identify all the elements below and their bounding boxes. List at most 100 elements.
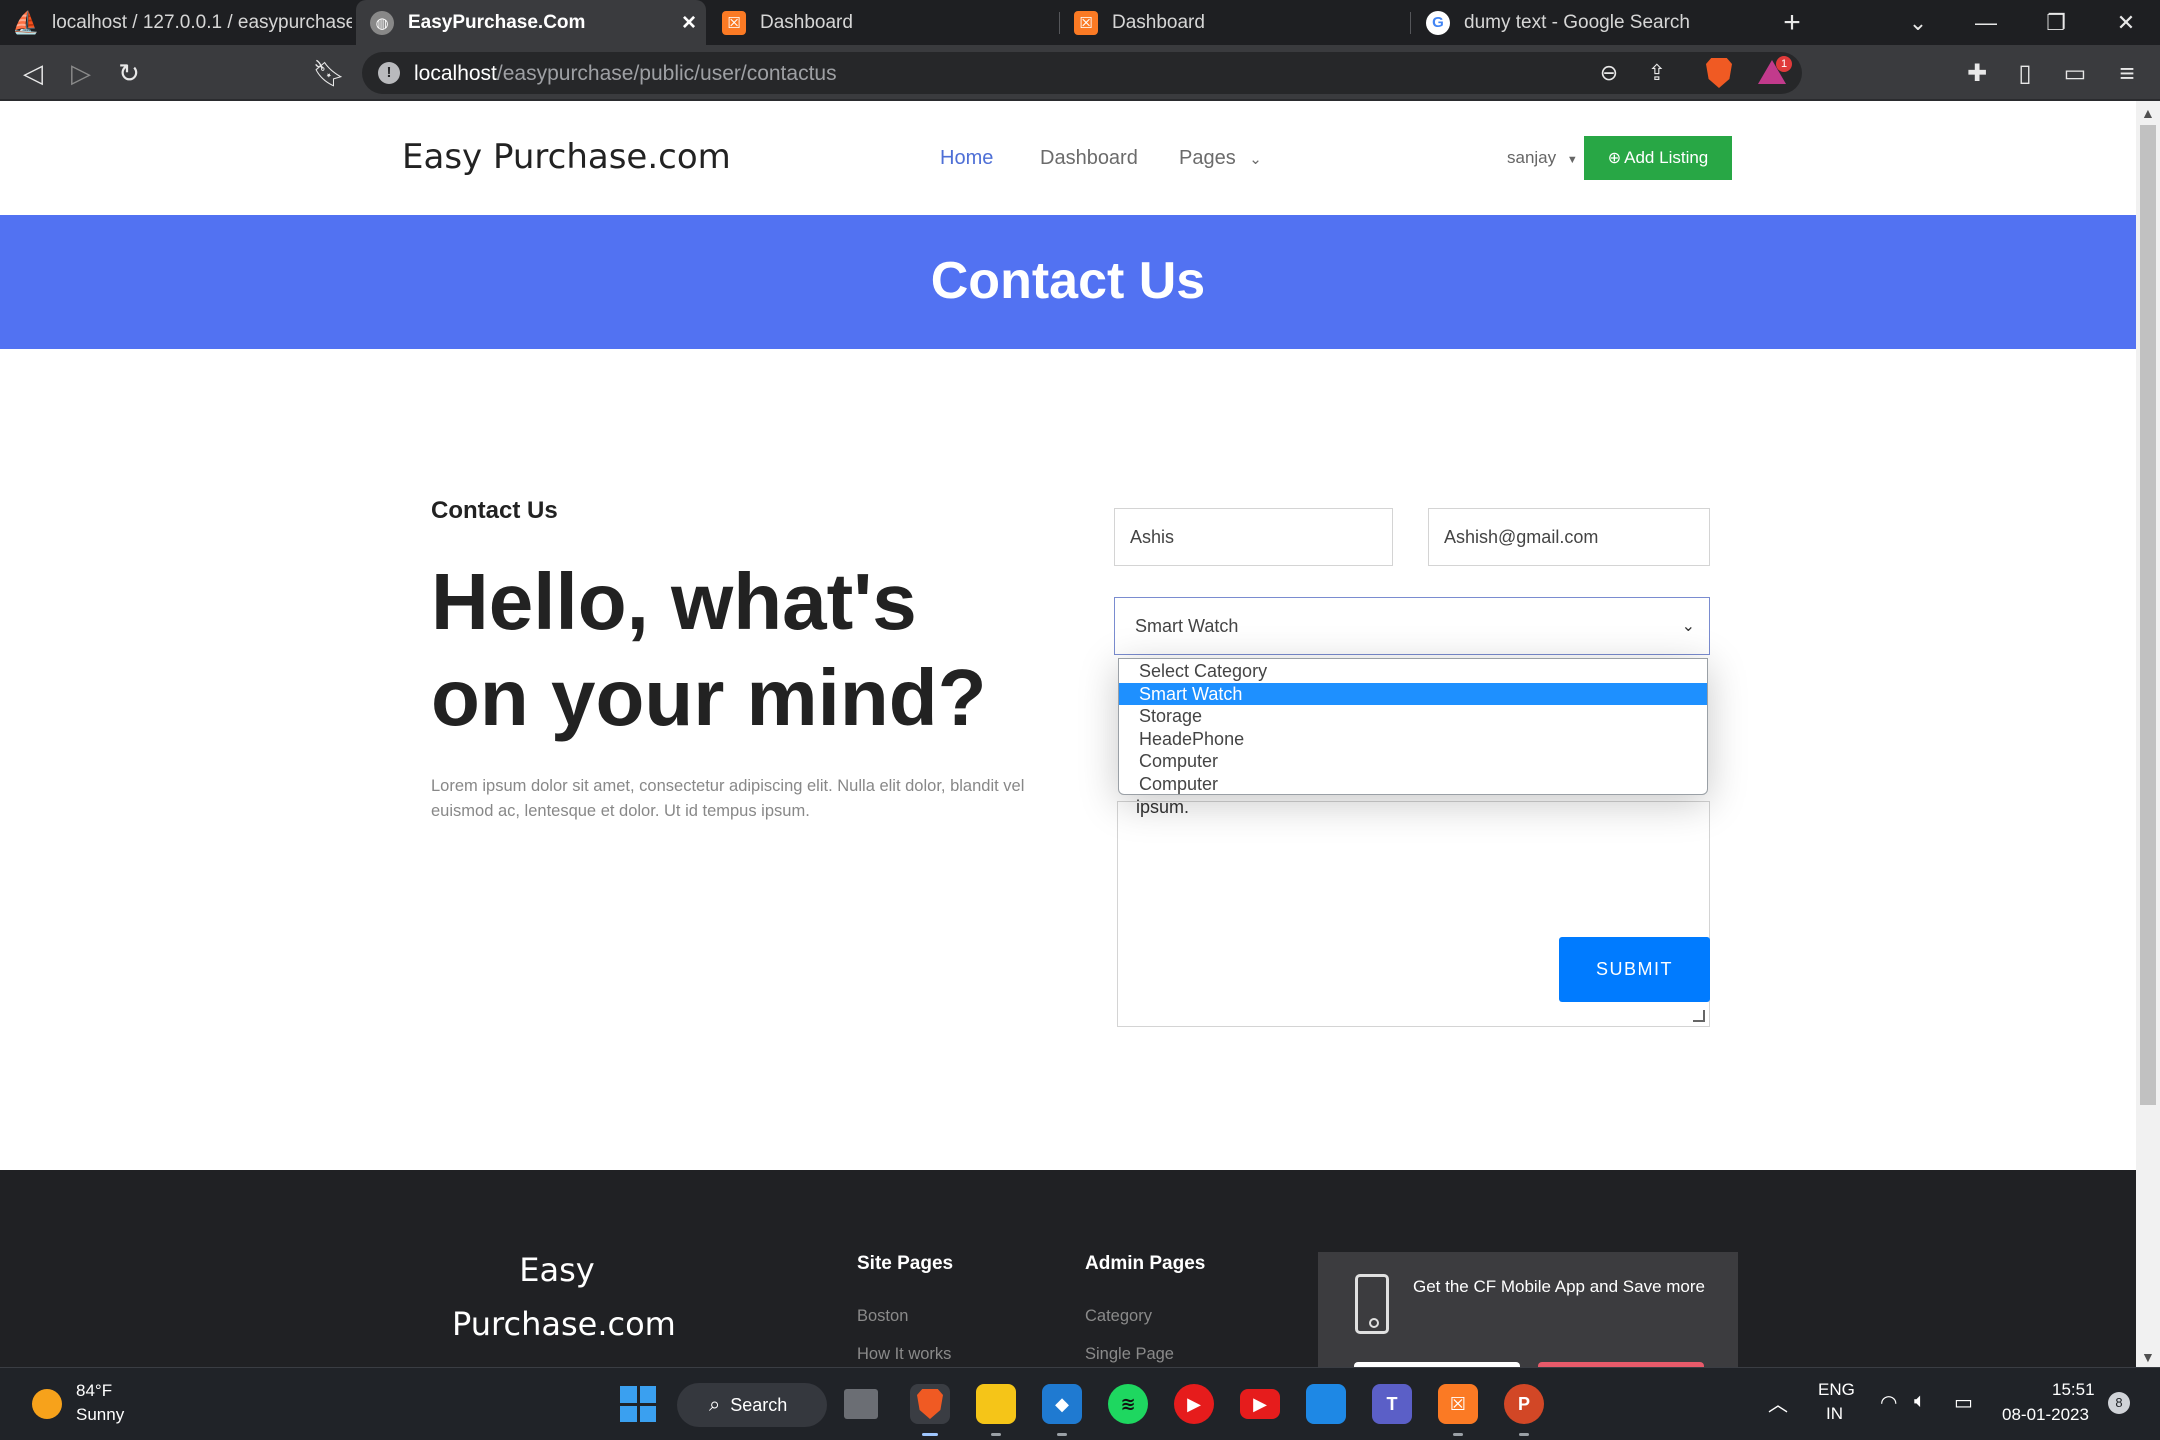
tab-dashboard-2[interactable]: ☒ Dashboard (1060, 0, 1410, 45)
nav-pages[interactable]: Pages ⌄ (1179, 147, 1262, 170)
contact-body: Lorem ipsum dolor sit amet, consectetur … (431, 777, 1025, 820)
tab-easypurchase[interactable]: ◍ EasyPurchase.Com × (356, 0, 706, 45)
browser-tab-bar: ⛵ localhost / 127.0.0.1 / easypurchase /… (0, 0, 2160, 45)
teams-icon[interactable]: T (1372, 1384, 1412, 1424)
share-icon[interactable]: ⇪ (1638, 54, 1676, 92)
xampp-icon: ☒ (722, 10, 746, 35)
tab-dashboard-1[interactable]: ☒ Dashboard (708, 0, 1058, 45)
powerpoint-icon[interactable]: P (1504, 1384, 1544, 1424)
xampp-taskbar-icon[interactable]: ☒ (1438, 1384, 1478, 1424)
footer-link[interactable]: Category (1085, 1307, 1152, 1326)
windows-start-icon[interactable] (620, 1386, 656, 1422)
google-icon: G (1426, 10, 1450, 35)
add-listing-button[interactable]: ⊕ Add Listing (1584, 136, 1732, 180)
sun-icon[interactable] (32, 1389, 62, 1419)
submit-button[interactable]: SUBMIT (1559, 937, 1710, 1002)
url-field[interactable]: ! localhost/easypurchase/public/user/con… (362, 52, 1802, 94)
store-icon[interactable] (1306, 1384, 1346, 1424)
close-tab-icon[interactable]: × (682, 9, 696, 37)
chevron-down-icon: ⌄ (1249, 151, 1262, 168)
brave-taskbar-icon[interactable] (910, 1384, 950, 1424)
sidebar-icon[interactable]: ▯ (2006, 54, 2044, 92)
phpmyadmin-icon: ⛵ (12, 9, 40, 35)
language-line1[interactable]: ENG (1818, 1380, 1855, 1400)
youtube-music-icon[interactable]: ▶ (1174, 1384, 1214, 1424)
category-option[interactable]: Computer (1119, 750, 1707, 773)
nav-pages-label: Pages (1179, 147, 1236, 169)
close-window-button[interactable]: ✕ (2096, 0, 2156, 45)
footer-logo-line1: Easy (519, 1251, 595, 1289)
scroll-up-icon[interactable]: ▲ (2141, 105, 2155, 121)
category-option[interactable]: Select Category (1119, 660, 1707, 683)
tab-separator (1410, 12, 1411, 34)
category-option-selected[interactable]: Smart Watch (1119, 682, 1707, 705)
brave-shields-icon[interactable] (1706, 58, 1732, 88)
new-tab-button[interactable]: + (1762, 0, 1822, 45)
tab-google[interactable]: G dumy text - Google Search (1412, 0, 1762, 45)
tab-search-chevron-icon[interactable]: ⌄ (1888, 0, 1948, 45)
message-text: ipsum. (1136, 797, 1190, 817)
page-content: Easy Purchase.com Home Dashboard Pages ⌄… (0, 101, 2136, 1367)
back-icon[interactable]: ◁ (14, 54, 52, 92)
footer-link[interactable]: Boston (857, 1307, 908, 1326)
taskbar-search[interactable]: ⌕ Search (677, 1383, 827, 1427)
reload-icon[interactable]: ↻ (110, 54, 148, 92)
footer-link[interactable]: Single Page (1085, 1345, 1174, 1364)
file-explorer-icon[interactable] (976, 1384, 1016, 1424)
page-scrollbar[interactable]: ▲ ▼ (2136, 101, 2160, 1367)
tray-chevron-up-icon[interactable]: ︿ (1768, 1388, 1788, 1417)
clock-date[interactable]: 08-01-2023 (2002, 1405, 2089, 1425)
resize-handle[interactable] (1693, 1010, 1705, 1022)
battery-icon[interactable]: ▭ (1954, 1390, 1973, 1415)
zoom-icon[interactable]: ⊖ (1590, 54, 1628, 92)
phone-icon (1355, 1274, 1389, 1334)
weather-desc[interactable]: Sunny (76, 1405, 124, 1425)
weather-temp[interactable]: 84°F (76, 1381, 112, 1401)
footer-admin-pages-title: Admin Pages (1085, 1253, 1206, 1274)
email-field[interactable]: Ashish@gmail.com (1428, 508, 1710, 566)
wifi-icon[interactable]: ◠ (1880, 1390, 1897, 1415)
volume-icon[interactable]: 🔈︎ (1914, 1390, 1926, 1413)
menu-icon[interactable]: ≡ (2108, 54, 2146, 92)
site-info-icon[interactable]: ! (378, 62, 400, 84)
running-indicator (1453, 1433, 1463, 1436)
running-indicator (1057, 1433, 1067, 1436)
tab-phpmyadmin[interactable]: ⛵ localhost / 127.0.0.1 / easypurchase / (0, 0, 352, 45)
hero-banner: Contact Us (0, 215, 2136, 349)
spotify-icon[interactable]: ≋ (1108, 1384, 1148, 1424)
tab-label: Dashboard (760, 11, 853, 33)
running-indicator (991, 1433, 1001, 1436)
footer-link[interactable]: How It works (857, 1345, 951, 1364)
clock-time[interactable]: 15:51 (2052, 1380, 2095, 1400)
category-option[interactable]: HeadePhone (1119, 728, 1707, 751)
notification-badge[interactable]: 8 (2108, 1392, 2130, 1414)
footer-site-pages-title: Site Pages (857, 1253, 954, 1274)
language-line2[interactable]: IN (1826, 1404, 1843, 1424)
name-field[interactable]: Ashis (1114, 508, 1393, 566)
url-text[interactable]: localhost/easypurchase/public/user/conta… (414, 62, 837, 86)
extensions-icon[interactable]: ✚ (1958, 54, 1996, 92)
add-listing-label: Add Listing (1624, 148, 1709, 167)
scroll-down-icon[interactable]: ▼ (2141, 1349, 2155, 1365)
mobile-app-card: Get the CF Mobile App and Save more (1318, 1252, 1738, 1367)
nav-home[interactable]: Home (940, 147, 993, 170)
active-indicator (922, 1433, 938, 1436)
footer-logo[interactable]: Easy Purchase.com (452, 1243, 676, 1351)
site-logo[interactable]: Easy Purchase.com (402, 137, 731, 177)
running-indicator (1519, 1433, 1529, 1436)
category-option[interactable]: Computer (1119, 773, 1707, 796)
windows-taskbar: 84°F Sunny ⌕ Search ◆ ≋ ▶ ▶ T ☒ P ︿ ENG … (0, 1367, 2160, 1440)
scroll-thumb[interactable] (2140, 125, 2156, 1105)
nav-dashboard[interactable]: Dashboard (1040, 147, 1138, 170)
bookmark-icon[interactable]: 🔖︎ (310, 54, 348, 92)
task-view-icon[interactable] (844, 1389, 878, 1419)
forward-icon[interactable]: ▷ (62, 54, 100, 92)
minimize-button[interactable]: — (1956, 0, 2016, 45)
user-menu[interactable]: sanjay ▼ (1507, 148, 1578, 168)
youtube-icon[interactable]: ▶ (1240, 1389, 1280, 1419)
vscode-icon[interactable]: ◆ (1042, 1384, 1082, 1424)
restore-button[interactable]: ❐ (2026, 0, 2086, 45)
category-select[interactable]: Smart Watch ⌄ (1114, 597, 1710, 655)
wallet-icon[interactable]: ▭ (2056, 54, 2094, 92)
category-option[interactable]: Storage (1119, 705, 1707, 728)
